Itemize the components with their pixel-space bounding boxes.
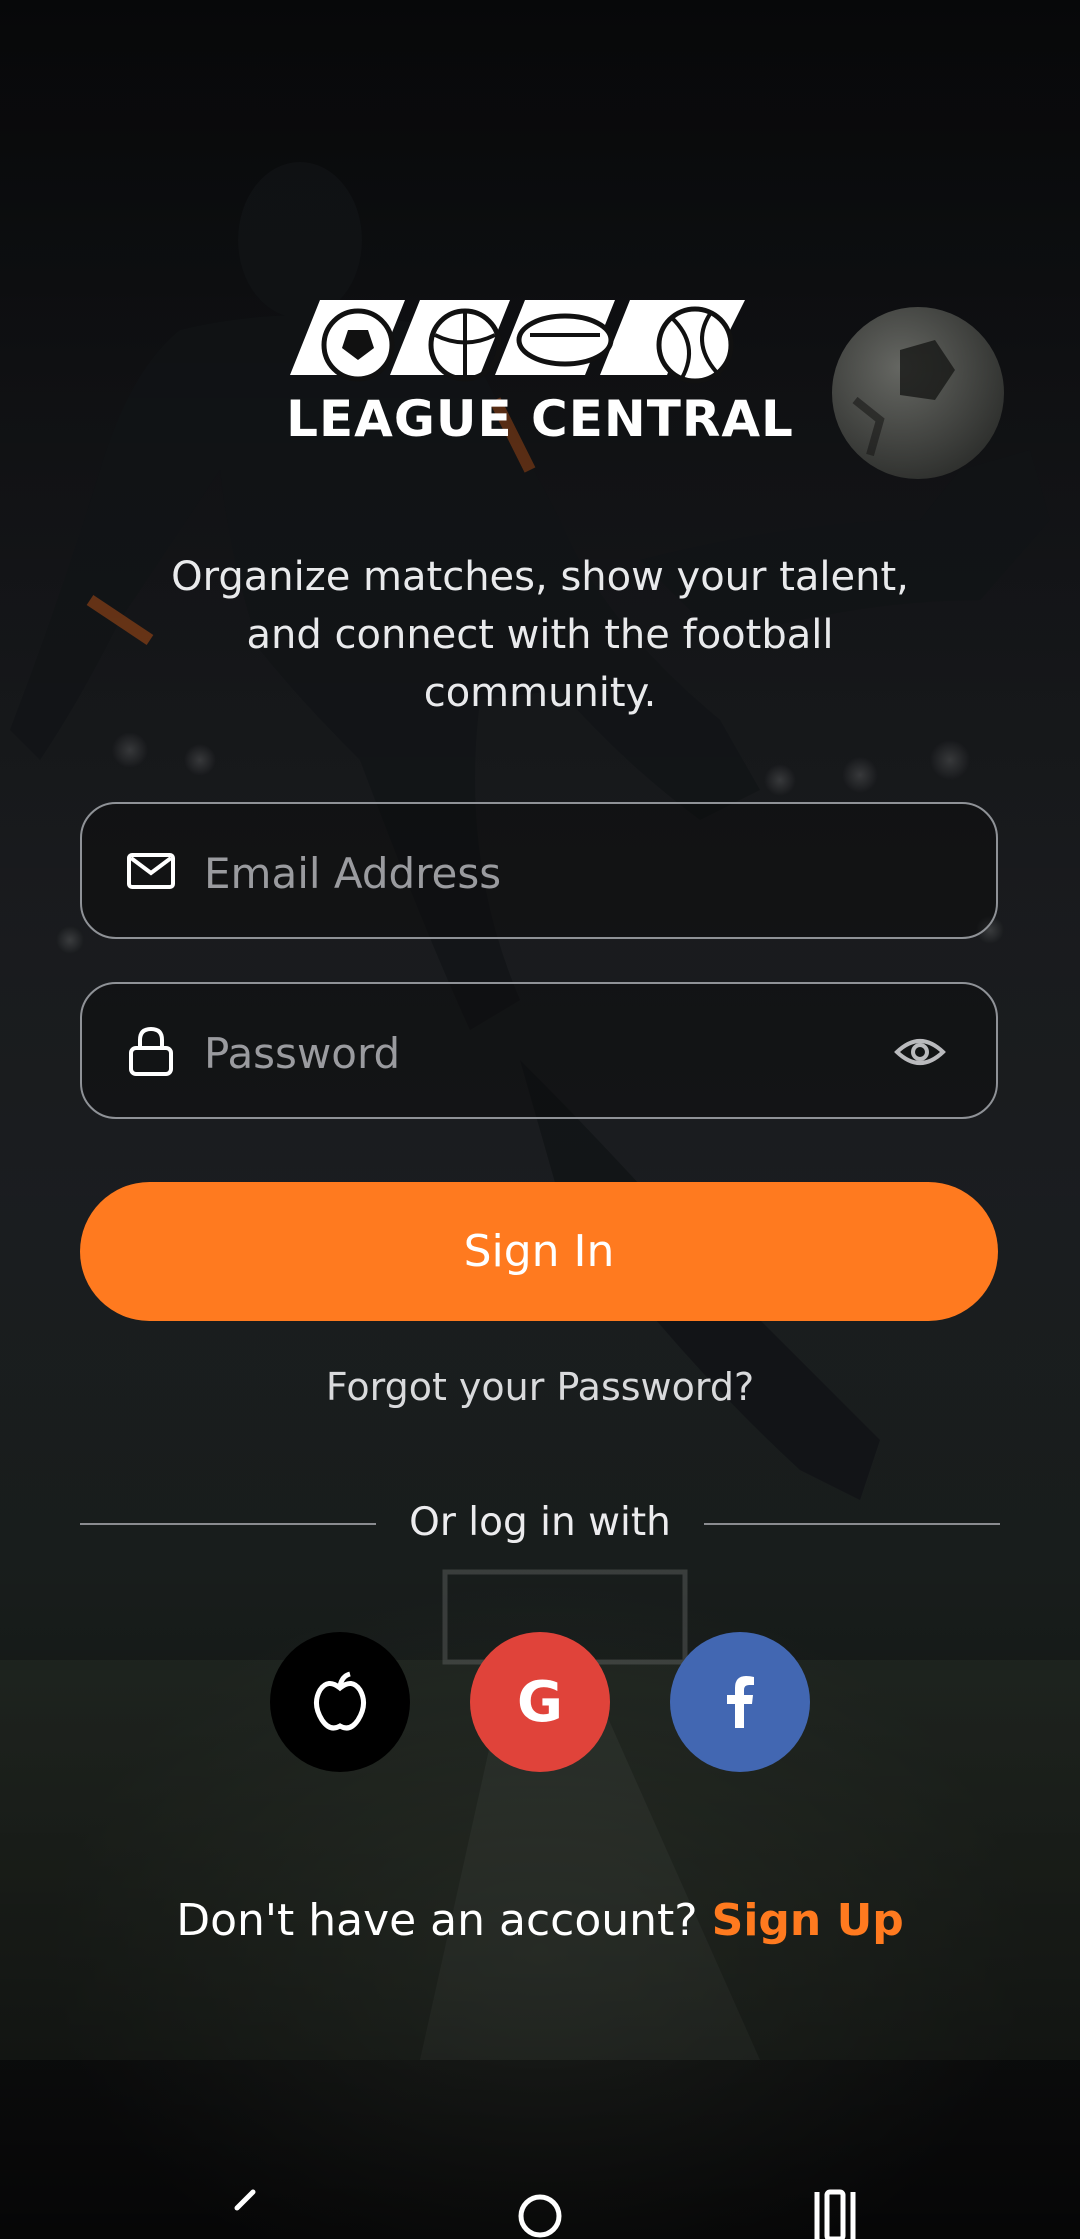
password-input[interactable]: [202, 1012, 846, 1094]
divider-label: Or log in with: [409, 1500, 671, 1545]
tagline: Organize matches, show your talent, and …: [171, 554, 909, 716]
lock-icon: [129, 1026, 173, 1076]
brand-name: LEAGUE CENTRAL: [286, 390, 794, 448]
facebook-icon: [727, 1676, 754, 1728]
system-nav-bar: [0, 2180, 1080, 2239]
signup-prompt: Don't have an account?: [176, 1895, 698, 1946]
mail-icon: [127, 853, 175, 889]
apple-login-button[interactable]: [270, 1632, 410, 1772]
sign-up-link[interactable]: Sign Up: [712, 1895, 904, 1946]
sign-in-button[interactable]: Sign In: [80, 1182, 998, 1321]
google-login-button[interactable]: G: [470, 1632, 610, 1772]
password-field[interactable]: [80, 982, 998, 1119]
home-icon[interactable]: [510, 2180, 570, 2239]
login-screen: LEAGUE CENTRAL Organize matches, show yo…: [0, 0, 1080, 2239]
email-field[interactable]: [80, 802, 998, 939]
recents-icon[interactable]: [805, 2180, 865, 2239]
apple-icon: [314, 1671, 366, 1731]
google-g-icon: G: [517, 1669, 563, 1735]
signup-row: Don't have an account? Sign Up: [0, 1895, 1080, 1946]
eye-icon[interactable]: [894, 1028, 946, 1076]
facebook-login-button[interactable]: [670, 1632, 810, 1772]
back-icon[interactable]: [215, 2180, 275, 2239]
forgot-password-link[interactable]: Forgot your Password?: [0, 1365, 1080, 1409]
email-input[interactable]: [202, 832, 846, 914]
